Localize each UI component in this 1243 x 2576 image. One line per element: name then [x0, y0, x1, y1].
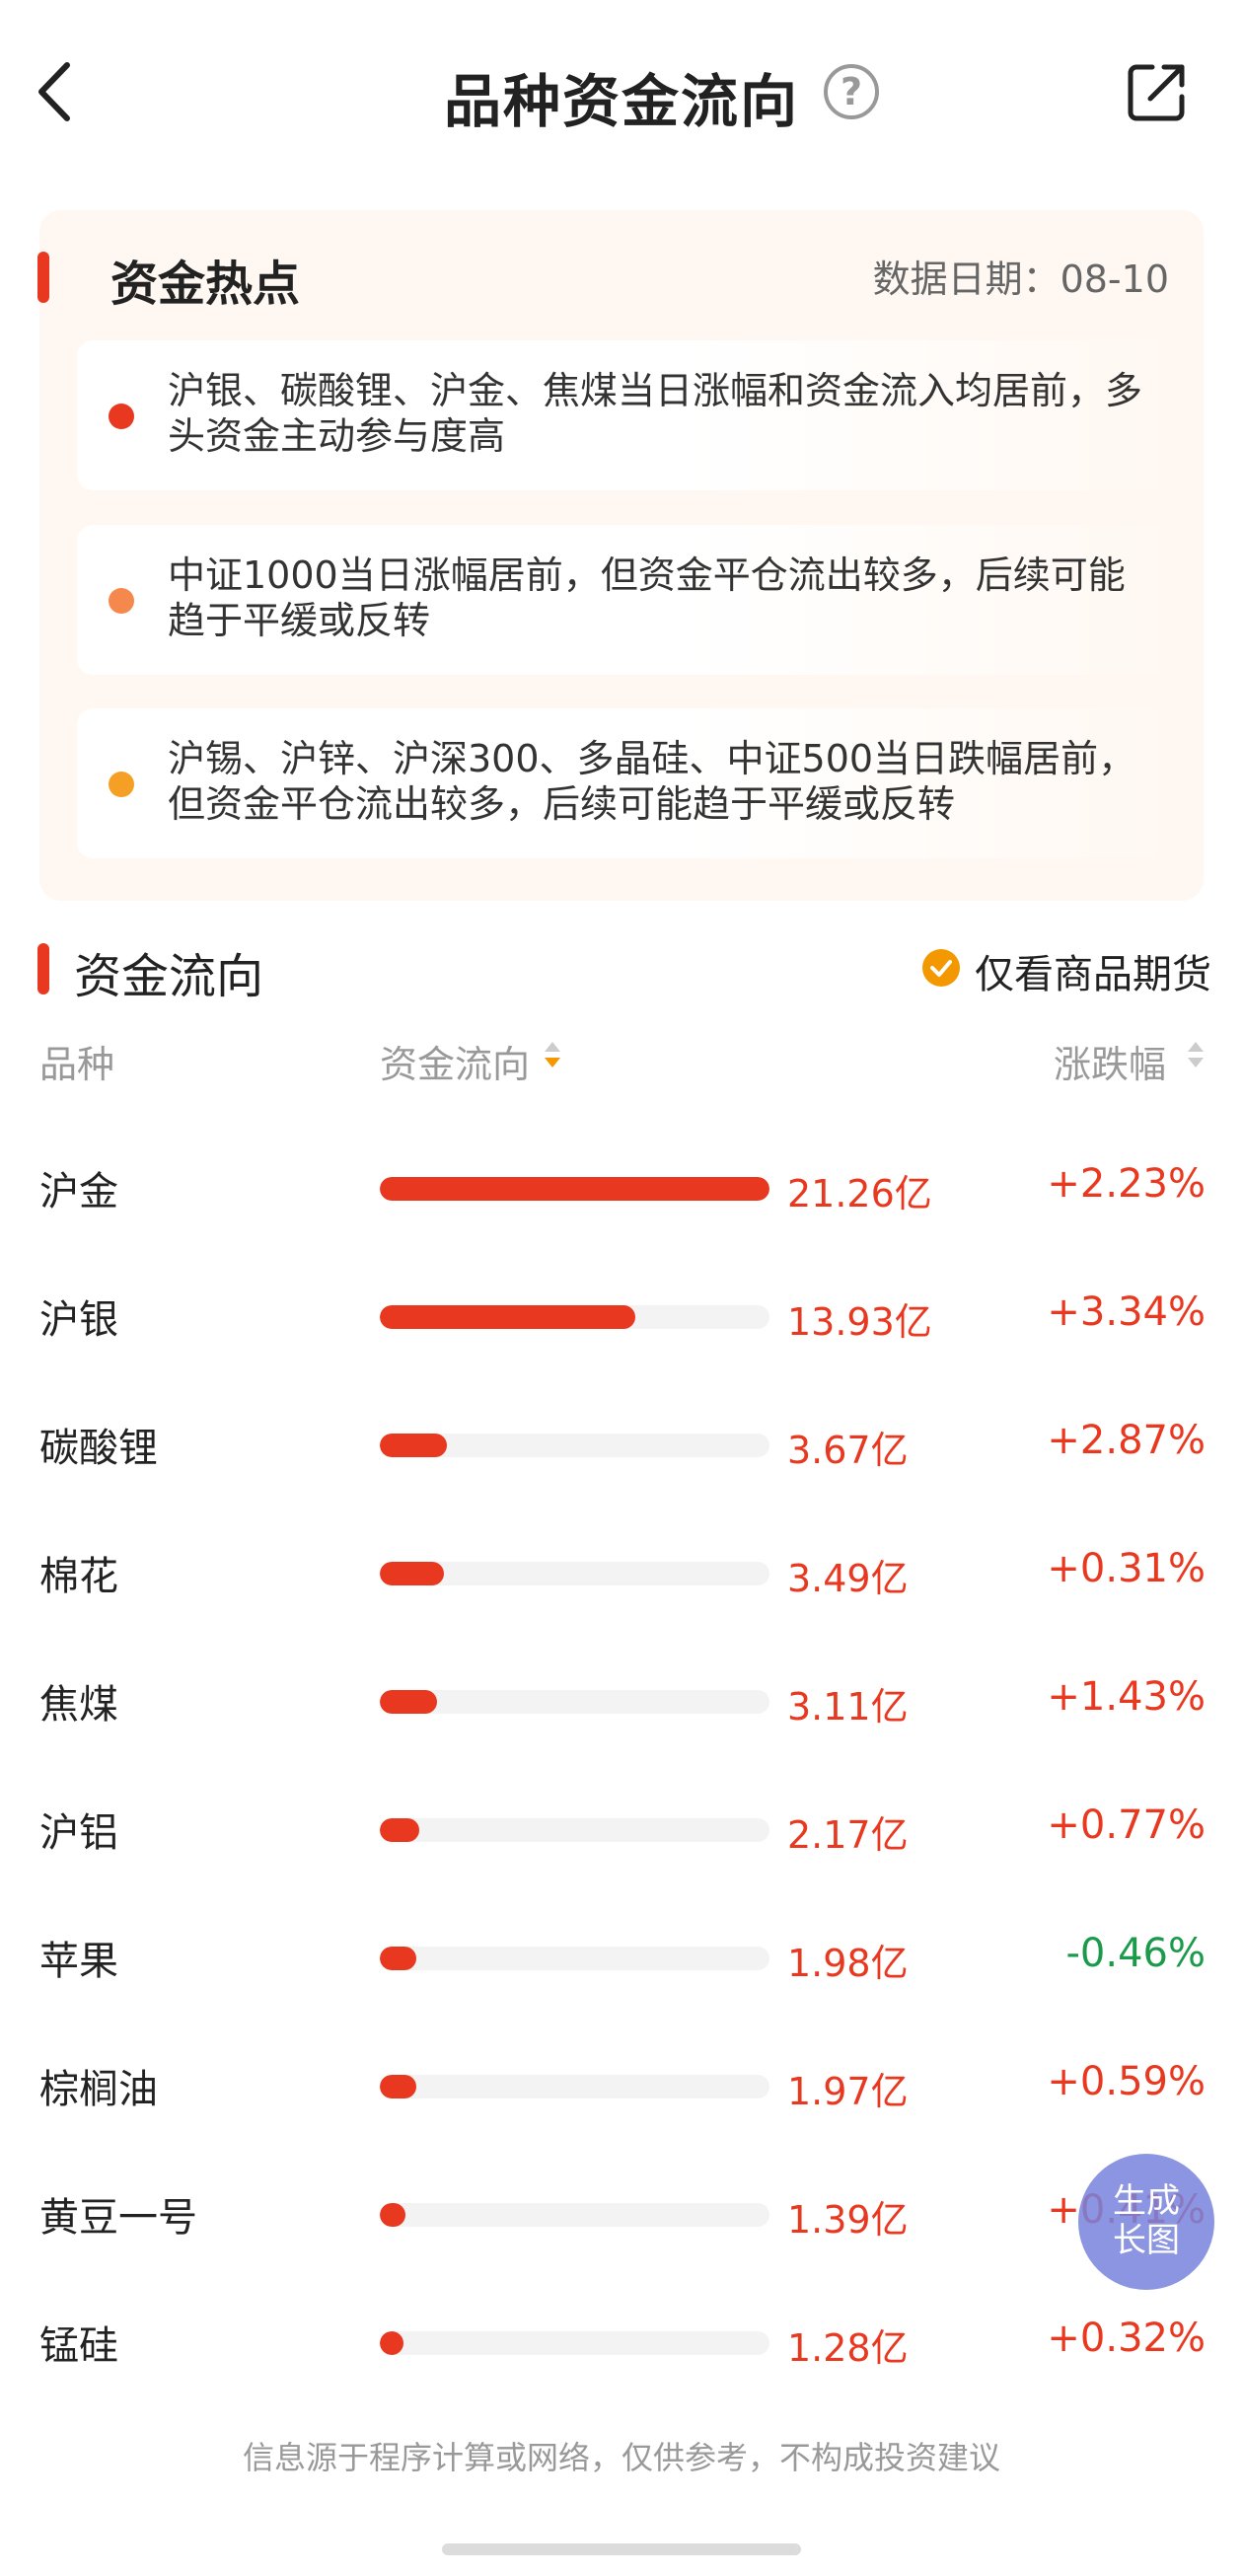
hot-topic-item: 沪银、碳酸锂、沪金、焦煤当日涨幅和资金流入均居前，多头资金主动参与度高 [77, 340, 1182, 490]
flow-bar-track [380, 1818, 769, 1842]
variety-name: 焦煤 [39, 1682, 118, 1728]
flow-bar-track [380, 1947, 769, 1970]
flow-bar-fill [380, 2075, 416, 2098]
flow-bar-track [380, 1434, 769, 1457]
flow-bar-fill [380, 1434, 447, 1457]
variety-name: 棉花 [39, 1554, 118, 1599]
hot-topic-text: 沪锡、沪锌、沪深300、多晶硅、中证500当日跌幅居前，但资金平仓流出较多，后续… [168, 737, 1136, 826]
flow-bar-track [380, 2331, 769, 2355]
bullet-dot-icon [109, 588, 134, 614]
header: 品种资金流向 ? [0, 0, 1243, 187]
price-change: +0.59% [1047, 2059, 1206, 2104]
variety-name: 沪银 [39, 1297, 118, 1343]
column-header-flow[interactable]: 资金流向 [380, 1034, 530, 1088]
price-change: +3.34% [1047, 1289, 1206, 1335]
price-change: +2.87% [1047, 1418, 1206, 1463]
fund-flow-title: 资金流向 [74, 949, 264, 1004]
flow-bar-fill [380, 1818, 419, 1842]
flow-bar-fill [380, 1947, 416, 1970]
flow-bar-fill [380, 2331, 403, 2355]
flow-amount: 1.39亿 [787, 2198, 909, 2242]
commodity-only-filter[interactable]: 仅看商品期货 [975, 942, 1211, 999]
float-button-line1: 生成 [1113, 2181, 1180, 2221]
column-header-change[interactable]: 涨跌幅 [1054, 1034, 1166, 1088]
flow-amount: 3.67亿 [787, 1429, 909, 1472]
price-change: +0.77% [1047, 1803, 1206, 1848]
hot-topics-title: 资金热点 [110, 257, 301, 312]
variety-name: 苹果 [39, 1939, 118, 1984]
flow-bar-track [380, 1177, 769, 1201]
help-icon[interactable]: ? [824, 64, 879, 119]
disclaimer: 信息源于程序计算或网络，仅供参考，不构成投资建议 [242, 2439, 1000, 2476]
table-row[interactable]: 焦煤 3.11亿 +1.43% [0, 1635, 1243, 1763]
flow-amount: 3.11亿 [787, 1685, 909, 1729]
flow-amount: 2.17亿 [787, 1813, 909, 1857]
float-button-line2: 长图 [1113, 2221, 1180, 2260]
home-indicator [442, 2543, 801, 2555]
table-row[interactable]: 沪金 21.26亿 +2.23% [0, 1122, 1243, 1250]
flow-amount: 13.93亿 [787, 1300, 932, 1344]
sort-arrows-icon[interactable] [543, 1038, 562, 1073]
table-row[interactable]: 锰硅 1.28亿 +0.32% [0, 2276, 1243, 2404]
flow-bar-fill [380, 1305, 635, 1329]
table-row[interactable]: 碳酸锂 3.67亿 +2.87% [0, 1378, 1243, 1507]
variety-name: 沪金 [39, 1169, 118, 1214]
variety-name: 碳酸锂 [39, 1426, 158, 1471]
bullet-dot-icon [109, 772, 134, 797]
flow-bar-fill [380, 1690, 437, 1714]
share-icon[interactable] [1123, 59, 1190, 126]
flow-bar-track [380, 1562, 769, 1585]
flow-bar-fill [380, 2203, 405, 2227]
table-row[interactable]: 沪银 13.93亿 +3.34% [0, 1250, 1243, 1378]
flow-amount: 1.98亿 [787, 1942, 909, 1985]
sort-arrows-icon[interactable] [1186, 1038, 1206, 1073]
flow-bar-track [380, 2075, 769, 2098]
price-change: +0.32% [1047, 2316, 1206, 2361]
flow-amount: 1.28亿 [787, 2326, 909, 2370]
checkmark-circle-icon[interactable] [922, 949, 960, 987]
hot-topic-text: 中证1000当日涨幅居前，但资金平仓流出较多，后续可能趋于平缓或反转 [168, 553, 1126, 642]
table-row[interactable]: 棕榈油 1.97亿 +0.59% [0, 2020, 1243, 2148]
page-title: 品种资金流向 [443, 68, 799, 135]
hot-topic-text: 沪银、碳酸锂、沪金、焦煤当日涨幅和资金流入均居前，多头资金主动参与度高 [168, 369, 1143, 458]
table-row[interactable]: 沪铝 2.17亿 +0.77% [0, 1763, 1243, 1891]
data-date: 数据日期：08-10 [872, 258, 1169, 301]
variety-name: 黄豆一号 [39, 2195, 197, 2241]
flow-amount: 21.26亿 [787, 1172, 932, 1215]
table-row[interactable]: 黄豆一号1.39亿+0.41% [0, 2148, 1243, 2276]
flow-bar-fill [380, 1177, 769, 1201]
variety-name: 棕榈油 [39, 2067, 158, 2112]
generate-long-image-button[interactable]: 生成 长图 [1078, 2154, 1214, 2290]
flow-amount: 1.97亿 [787, 2070, 909, 2113]
flow-amount: 3.49亿 [787, 1557, 909, 1600]
variety-name: 锰硅 [39, 2323, 118, 2369]
column-header-name: 品种 [39, 1043, 115, 1086]
price-change: +2.23% [1047, 1161, 1206, 1207]
flow-bar-track [380, 1690, 769, 1714]
hot-topic-item: 沪锡、沪锌、沪深300、多晶硅、中证500当日跌幅居前，但资金平仓流出较多，后续… [77, 708, 1182, 858]
price-change: -0.46% [1065, 1931, 1206, 1976]
bullet-dot-icon [109, 404, 134, 429]
hot-topic-item: 中证1000当日涨幅居前，但资金平仓流出较多，后续可能趋于平缓或反转 [77, 525, 1182, 675]
section-marker [37, 943, 49, 994]
flow-bar-track [380, 1305, 769, 1329]
variety-name: 沪铝 [39, 1810, 118, 1856]
flow-bar-fill [380, 1562, 444, 1585]
table-row[interactable]: 棉花 3.49亿 +0.31% [0, 1507, 1243, 1635]
flow-bar-track [380, 2203, 769, 2227]
price-change: +0.31% [1047, 1546, 1206, 1591]
table-row[interactable]: 苹果 1.98亿 -0.46% [0, 1891, 1243, 2020]
price-change: +1.43% [1047, 1674, 1206, 1720]
section-marker [37, 252, 49, 303]
